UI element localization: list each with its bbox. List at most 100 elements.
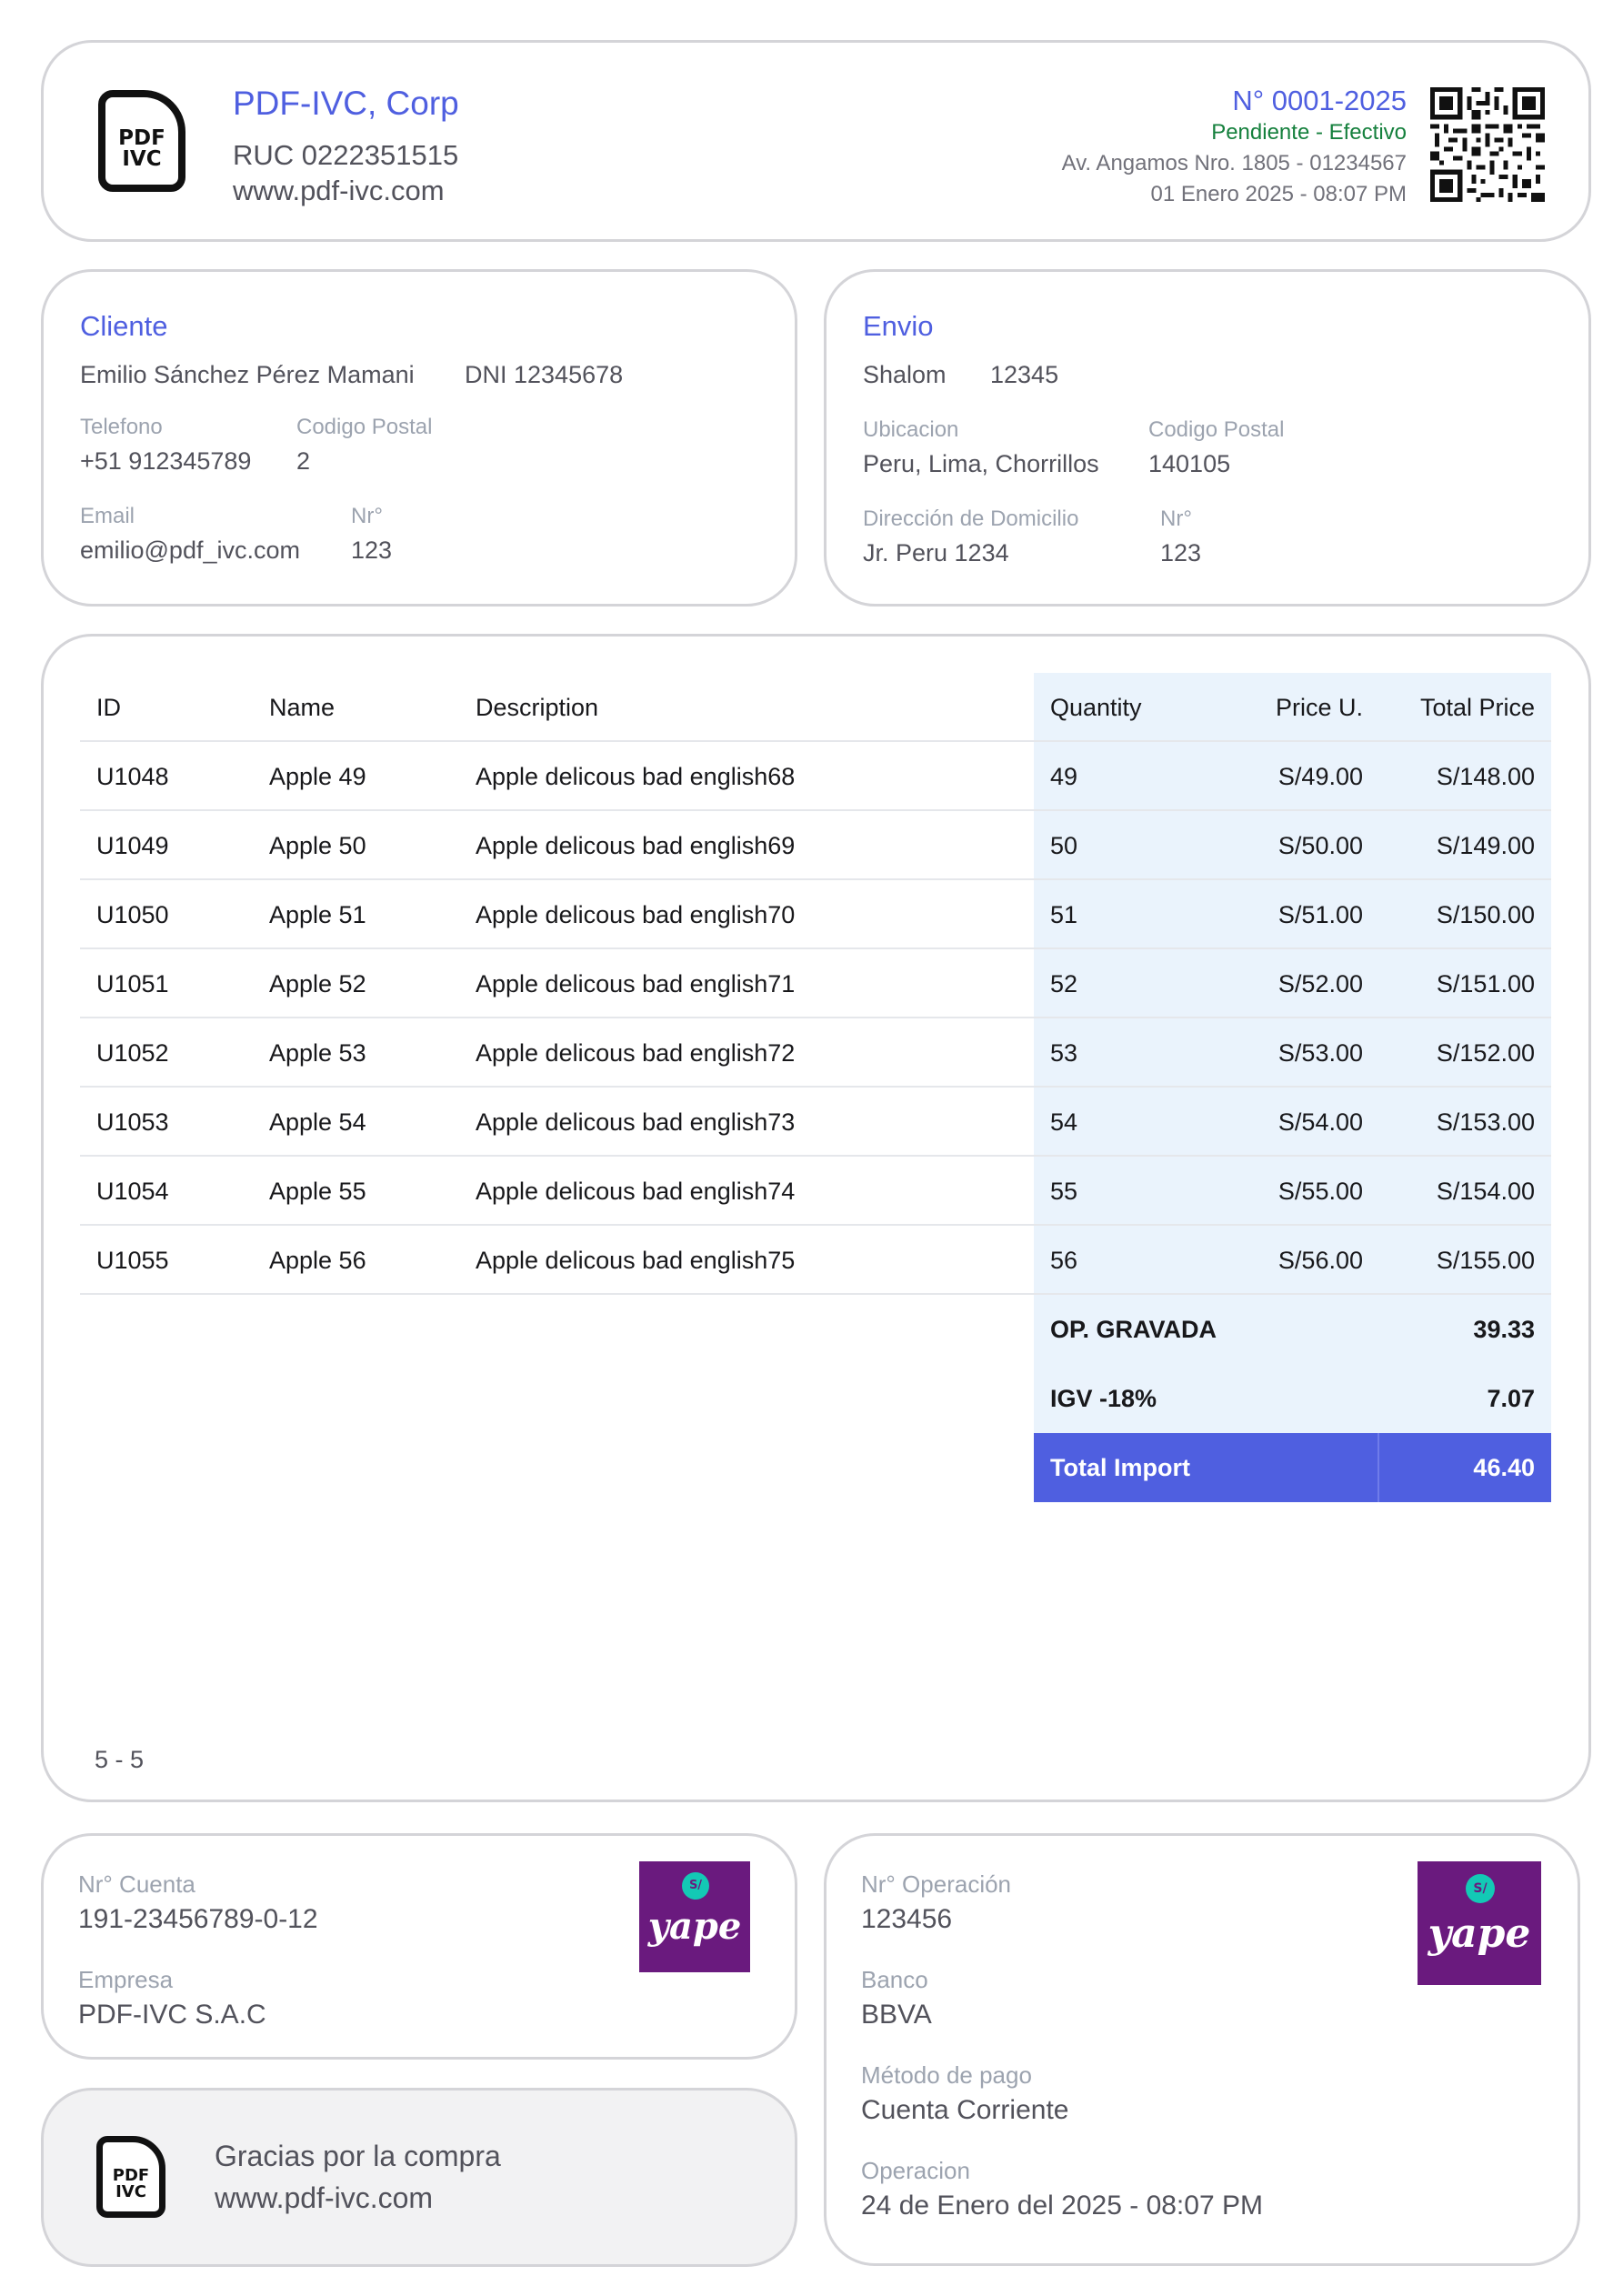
cell-id: U1055	[96, 1247, 169, 1274]
thanks-logo: PDF IVC	[96, 2136, 165, 2218]
yape-bubble-icon: S/	[1466, 1874, 1495, 1903]
bank-label: Banco	[861, 1966, 928, 1993]
cell-name: Apple 55	[269, 1178, 366, 1205]
header-name: Name	[269, 694, 336, 721]
table-row: U1048 Apple 49 Apple delicous bad english6…	[80, 742, 1551, 811]
cell-total-price: S/153.00	[1436, 1108, 1535, 1136]
cell-price-unit: S/54.00	[1277, 1108, 1363, 1136]
cell-price-unit: S/56.00	[1277, 1247, 1363, 1274]
thanks-card: PDF IVC Gracias por la compra www.pdf-iv…	[41, 2088, 797, 2267]
shipping-postal-label: Codigo Postal	[1148, 417, 1285, 442]
operation-date-label: Operacion	[861, 2157, 970, 2184]
operation-number: 123456	[861, 1904, 953, 1934]
cell-name: Apple 54	[269, 1108, 366, 1136]
operation-card: Nr° Operación 123456 Banco BBVA Método d…	[824, 1833, 1580, 2266]
cell-description: Apple delicous bad english69	[476, 832, 796, 859]
igv-row: IGV -18% 7.07	[80, 1364, 1551, 1433]
account-number-label: Nr° Cuenta	[78, 1870, 195, 1898]
cell-name: Apple 51	[269, 901, 366, 928]
yape-wordmark: yape	[647, 1905, 742, 1948]
shipping-address: Jr. Peru 1234	[863, 539, 1009, 566]
cell-total-price: S/148.00	[1436, 763, 1535, 790]
yape-logo: S/ yape	[1418, 1861, 1541, 1985]
cell-name: Apple 49	[269, 763, 366, 790]
cell-total-price: S/150.00	[1436, 901, 1535, 928]
client-dni: DNI 12345678	[465, 361, 624, 388]
cell-name: Apple 56	[269, 1247, 366, 1274]
shipping-heading: Envio	[863, 310, 934, 342]
company-ruc: RUC 0222351515	[233, 139, 459, 171]
client-heading: Cliente	[80, 310, 168, 342]
shipping-postal: 140105	[1148, 450, 1231, 477]
invoice-address: Av. Angamos Nro. 1805 - 01234567	[1061, 151, 1407, 175]
client-phone: +51 912345789	[80, 447, 252, 475]
cell-quantity: 51	[1050, 901, 1078, 928]
cell-quantity: 50	[1050, 832, 1078, 859]
cell-price-unit: S/55.00	[1277, 1178, 1363, 1205]
pagination-indicator: 5 - 5	[95, 1746, 145, 1773]
client-card: Cliente Emilio Sánchez Pérez Mamani DNI …	[41, 269, 797, 607]
cell-id: U1051	[96, 970, 169, 998]
payment-method: Cuenta Corriente	[861, 2095, 1069, 2125]
cell-description: Apple delicous bad english68	[476, 763, 796, 790]
shipping-location: Peru, Lima, Chorrillos	[863, 450, 1099, 477]
bank-name: BBVA	[861, 2000, 932, 2030]
operation-date: 24 de Enero del 2025 - 08:07 PM	[861, 2191, 1263, 2221]
table-row: U1050 Apple 51 Apple delicous bad english7…	[80, 880, 1551, 949]
operation-number-label: Nr° Operación	[861, 1870, 1012, 1898]
cell-price-unit: S/52.00	[1277, 970, 1363, 998]
invoice-status: Pendiente - Efectivo	[1211, 120, 1407, 145]
thanks-website: www.pdf-ivc.com	[215, 2181, 434, 2214]
header-description: Description	[476, 694, 599, 721]
account-number: 191-23456789-0-12	[78, 1904, 318, 1934]
cell-id: U1050	[96, 901, 169, 928]
cell-name: Apple 52	[269, 970, 366, 998]
table-row: U1053 Apple 54 Apple delicous bad english7…	[80, 1088, 1551, 1157]
header-id: ID	[96, 694, 121, 721]
yape-bubble-icon: S/	[682, 1872, 709, 1900]
cell-id: U1054	[96, 1178, 169, 1205]
qr-code-icon	[1430, 87, 1545, 202]
cell-quantity: 49	[1050, 763, 1078, 790]
company-website: www.pdf-ivc.com	[233, 175, 445, 206]
shipping-nr-label: Nr°	[1160, 506, 1192, 531]
client-nr-label: Nr°	[351, 504, 383, 528]
client-email-label: Email	[80, 504, 135, 528]
shipping-nr: 123	[1160, 539, 1202, 566]
items-card: ID Name Description Quantity Price U. To…	[41, 634, 1591, 1802]
account-card: Nr° Cuenta 191-23456789-0-12 Empresa PDF…	[41, 1833, 797, 2060]
table-row: U1051 Apple 52 Apple delicous bad english7…	[80, 949, 1551, 1018]
cell-price-unit: S/51.00	[1277, 901, 1363, 928]
cell-price-unit: S/53.00	[1277, 1039, 1363, 1067]
cell-name: Apple 53	[269, 1039, 366, 1067]
cell-total-price: S/154.00	[1436, 1178, 1535, 1205]
total-import-value: 46.40	[1473, 1454, 1535, 1481]
yape-wordmark: yape	[1428, 1910, 1531, 1957]
payment-method-label: Método de pago	[861, 2061, 1032, 2089]
client-postal: 2	[296, 447, 311, 475]
cell-total-price: S/155.00	[1436, 1247, 1535, 1274]
cell-total-price: S/151.00	[1436, 970, 1535, 998]
total-import-row: Total Import 46.40	[1034, 1433, 1551, 1502]
table-row: U1054 Apple 55 Apple delicous bad english7…	[80, 1157, 1551, 1226]
cell-quantity: 55	[1050, 1178, 1078, 1205]
client-name: Emilio Sánchez Pérez Mamani	[80, 361, 415, 388]
client-email: emilio@pdf_ivc.com	[80, 536, 300, 564]
cell-description: Apple delicous bad english74	[476, 1178, 796, 1205]
shipping-carrier-code: 12345	[990, 361, 1059, 388]
table-row: U1049 Apple 50 Apple delicous bad english6…	[80, 811, 1551, 880]
header-total-price: Total Price	[1419, 694, 1535, 721]
cell-total-price: S/149.00	[1436, 832, 1535, 859]
op-gravada-row: OP. GRAVADA 39.33	[80, 1295, 1551, 1364]
invoice-date: 01 Enero 2025 - 08:07 PM	[1150, 182, 1407, 206]
company-logo: PDF IVC	[98, 90, 185, 192]
igv-label: IGV -18%	[1050, 1385, 1157, 1412]
client-nr: 123	[351, 536, 393, 564]
client-postal-label: Codigo Postal	[296, 415, 433, 439]
shipping-carrier: Shalom	[863, 361, 947, 388]
cell-id: U1053	[96, 1108, 169, 1136]
cell-name: Apple 50	[269, 832, 366, 859]
invoice-header: PDF IVC PDF-IVC, Corp RUC 0222351515 www…	[41, 40, 1591, 242]
table-row: U1055 Apple 56 Apple delicous bad english7…	[80, 1226, 1551, 1295]
table-row: U1052 Apple 53 Apple delicous bad english7…	[80, 1018, 1551, 1088]
